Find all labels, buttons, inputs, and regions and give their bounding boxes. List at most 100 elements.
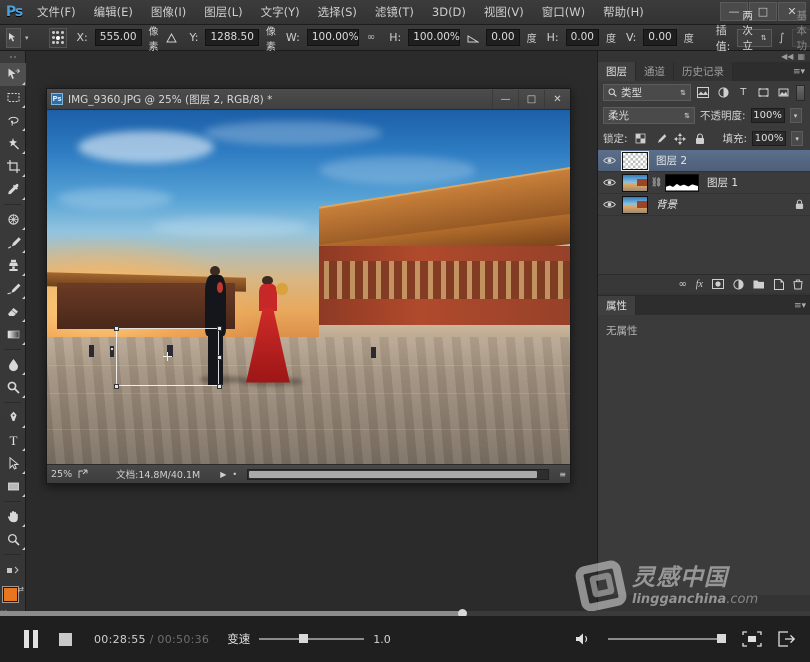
edit-toolbar-button[interactable] [0, 558, 26, 581]
layer-thumbnail[interactable] [622, 195, 648, 214]
reference-point-selector[interactable] [48, 27, 67, 48]
blur-tool[interactable] [0, 353, 26, 376]
exit-fullscreen-icon[interactable] [778, 631, 796, 647]
transform-handle-mr[interactable] [216, 354, 222, 360]
layers-panel-menu-icon[interactable]: ≡▾ [793, 62, 810, 81]
height-input[interactable]: 100.00% [408, 29, 461, 46]
scrollbar-thumb[interactable] [249, 470, 538, 478]
table-row[interactable]: ⛓ 图层 1 [598, 172, 810, 194]
pause-button[interactable] [14, 624, 48, 654]
layer-name[interactable]: 图层 1 [707, 175, 738, 190]
filter-toggle-switch[interactable] [795, 84, 805, 101]
menu-item-layer[interactable]: 图层(L) [195, 0, 251, 25]
rotate-input[interactable]: 0.00 [486, 29, 520, 46]
quick-selection-tool[interactable] [0, 132, 26, 155]
menu-item-3d[interactable]: 3D(D) [423, 0, 475, 25]
table-row[interactable]: 背景 [598, 194, 810, 216]
document-maximize-button[interactable]: □ [518, 89, 544, 109]
path-selection-tool[interactable] [0, 452, 26, 475]
layer-filter-select[interactable]: 类型 ⇅ [603, 84, 691, 101]
transform-handle-bl[interactable] [113, 383, 119, 389]
layer-thumbnail[interactable] [622, 173, 648, 192]
lock-all-icon[interactable] [693, 131, 708, 147]
maximize-button[interactable]: □ [749, 2, 777, 21]
skew-v-input[interactable]: 0.00 [643, 29, 677, 46]
tab-properties[interactable]: 属性 [598, 296, 636, 315]
spot-healing-brush-tool[interactable] [0, 208, 26, 231]
add-mask-icon[interactable] [712, 279, 724, 289]
resize-grip-icon[interactable]: ≡ [559, 470, 566, 479]
filter-smart-object-icon[interactable] [776, 84, 791, 101]
new-layer-icon[interactable] [774, 278, 784, 290]
layer-name[interactable]: 图层 2 [656, 153, 687, 168]
transform-center-point[interactable] [163, 352, 172, 361]
adjustment-layer-icon[interactable] [733, 278, 744, 290]
link-icon[interactable]: ∞ [367, 30, 375, 46]
filter-pixel-icon[interactable] [696, 84, 711, 101]
opacity-input[interactable]: 100% [750, 108, 785, 123]
collapse-panels-icon[interactable]: ◀◀ [781, 52, 793, 61]
status-chevron-icon[interactable]: ▶ [220, 470, 226, 479]
menu-item-filter[interactable]: 滤镜(T) [366, 0, 423, 25]
fill-input[interactable]: 100% [752, 131, 787, 146]
picture-in-picture-icon[interactable] [742, 631, 762, 647]
eyedropper-tool[interactable] [0, 178, 26, 201]
x-input[interactable]: 555.00 [94, 29, 142, 46]
zoom-level[interactable]: 25% [51, 469, 72, 480]
blend-mode-select[interactable]: 柔光 ⇅ [603, 107, 695, 124]
menu-item-image[interactable]: 图像(I) [142, 0, 195, 25]
eraser-tool[interactable] [0, 300, 26, 323]
lock-image-pixels-icon[interactable] [653, 131, 668, 147]
speed-slider-knob[interactable] [299, 634, 309, 643]
y-input[interactable]: 1288.50 [205, 29, 259, 46]
menu-item-view[interactable]: 视图(V) [475, 0, 533, 25]
new-group-icon[interactable] [753, 279, 765, 289]
transform-handle-ml[interactable] [110, 347, 114, 351]
speed-slider[interactable] [259, 634, 365, 643]
menu-item-select[interactable]: 选择(S) [309, 0, 366, 25]
pen-tool[interactable] [0, 406, 26, 429]
brush-tool[interactable] [0, 231, 26, 254]
clone-stamp-tool[interactable] [0, 254, 26, 277]
delete-layer-icon[interactable] [793, 279, 803, 290]
crop-tool[interactable] [0, 155, 26, 178]
stop-button[interactable] [48, 624, 82, 654]
lock-position-icon[interactable] [673, 131, 688, 147]
menu-item-window[interactable]: 窗口(W) [533, 0, 594, 25]
marquee-tool[interactable] [0, 86, 26, 109]
tab-history[interactable]: 历史记录 [674, 62, 733, 81]
fx-icon[interactable]: fx [696, 279, 703, 290]
transform-handle-tl[interactable] [113, 325, 119, 331]
zoom-tool[interactable] [0, 528, 26, 551]
layer-thumbnail[interactable] [621, 150, 649, 171]
filter-adjustment-icon[interactable] [716, 84, 731, 101]
rectangle-shape-tool[interactable] [0, 475, 26, 498]
layer-visibility-icon[interactable] [600, 200, 618, 209]
skew-h-input[interactable]: 0.00 [565, 29, 599, 46]
panel-dock-menu-icon[interactable]: ▦ [797, 52, 805, 61]
lock-transparency-icon[interactable] [633, 131, 648, 147]
link-layers-icon[interactable]: ∞ [678, 279, 686, 290]
foreground-color-swatch[interactable] [3, 587, 18, 602]
fill-stepper[interactable]: ▾ [791, 131, 804, 146]
layer-visibility-icon[interactable] [600, 178, 618, 187]
move-tool[interactable] [0, 63, 26, 86]
layer-visibility-icon[interactable] [600, 156, 618, 165]
document-close-button[interactable]: ✕ [544, 89, 570, 109]
menu-item-help[interactable]: 帮助(H) [594, 0, 653, 25]
tab-channels[interactable]: 通道 [636, 62, 674, 81]
width-input[interactable]: 100.00% [306, 29, 359, 46]
document-title-bar[interactable]: Ps IMG_9360.JPG @ 25% (图层 2, RGB/8) * — … [47, 89, 570, 110]
interpolation-select[interactable]: 两次立方 ⇅ [737, 10, 772, 67]
relative-position-icon[interactable] [165, 32, 177, 43]
table-row[interactable]: 图层 2 [598, 150, 810, 172]
tool-preset-chevron-icon[interactable]: ▾ [25, 34, 29, 42]
volume-slider-knob[interactable] [717, 634, 726, 643]
tab-layers[interactable]: 图层 [598, 62, 636, 81]
toolbar-grip[interactable] [0, 51, 25, 63]
filter-shape-icon[interactable] [756, 84, 771, 101]
dodge-tool[interactable] [0, 376, 26, 399]
transform-handle-br[interactable] [216, 383, 222, 389]
layer-name[interactable]: 背景 [656, 197, 677, 212]
layer-mask-link-icon[interactable]: ⛓ [651, 178, 662, 188]
